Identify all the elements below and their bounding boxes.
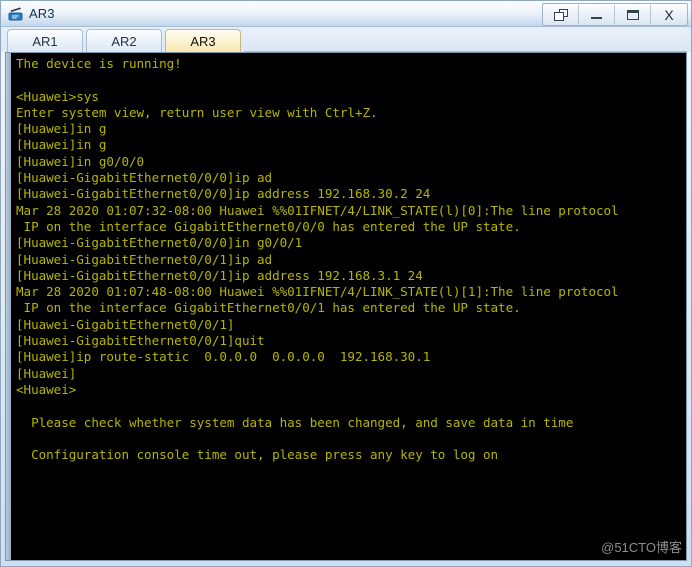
title-bar: AR3 X — [1, 1, 691, 27]
terminal-line: [Huawei-GigabitEthernet0/0/0]ip address … — [16, 186, 431, 202]
minimize-button[interactable] — [579, 5, 615, 24]
cascade-icon — [553, 8, 568, 21]
cascade-windows-button[interactable] — [543, 5, 579, 24]
terminal-line: [Huawei-GigabitEthernet0/0/0]in g0/0/1 — [16, 235, 303, 251]
window-title: AR3 — [29, 6, 55, 21]
application-window: AR3 X AR1 AR2 AR3 The device is running!… — [0, 0, 692, 567]
minimize-icon — [591, 16, 602, 19]
terminal-line: IP on the interface GigabitEthernet0/0/1… — [16, 300, 521, 316]
terminal-output: The device is running! <Huawei>sys Enter s… — [16, 56, 686, 463]
terminal-line: [Huawei-GigabitEthernet0/0/1]ip ad — [16, 251, 273, 267]
terminal-panel: The device is running! <Huawei>sys Enter s… — [5, 52, 687, 561]
tab-strip: AR1 AR2 AR3 — [1, 27, 691, 52]
tab-ar1[interactable]: AR1 — [7, 29, 83, 52]
router-icon — [7, 5, 25, 23]
watermark: @51CTO博客 — [601, 540, 682, 555]
terminal-console[interactable]: The device is running! <Huawei>sys Enter s… — [11, 53, 686, 560]
maximize-button[interactable] — [615, 5, 651, 24]
terminal-line: [Huawei]in g — [16, 137, 107, 153]
tab-ar3[interactable]: AR3 — [165, 29, 241, 52]
window-controls: X — [542, 3, 688, 26]
tab-label: AR3 — [190, 33, 216, 49]
terminal-line: The device is running! — [16, 56, 182, 71]
terminal-line: [Huawei] — [16, 365, 77, 381]
maximize-icon — [626, 9, 639, 20]
terminal-line: Mar 28 2020 01:07:48-08:00 Huawei %%01IF… — [16, 284, 619, 300]
terminal-line: IP on the interface GigabitEthernet0/0/0… — [16, 218, 521, 234]
terminal-line: [Huawei-GigabitEthernet0/0/1] — [16, 316, 235, 332]
terminal-line: Mar 28 2020 01:07:32-08:00 Huawei %%01IF… — [16, 202, 619, 218]
terminal-line: [Huawei]in g0/0/0 — [16, 153, 145, 169]
terminal-line: Configuration console time out, please p… — [16, 447, 499, 463]
tab-label: AR1 — [32, 33, 58, 49]
terminal-line: [Huawei-GigabitEthernet0/0/0]ip ad — [16, 170, 273, 186]
terminal-line: [Huawei]in g — [16, 121, 107, 137]
terminal-line: [Huawei-GigabitEthernet0/0/1]ip address … — [16, 267, 423, 283]
terminal-line: Please check whether system data has bee… — [16, 414, 574, 430]
tab-strip-filler — [244, 29, 687, 52]
close-button[interactable]: X — [651, 5, 687, 24]
terminal-line: [Huawei-GigabitEthernet0/0/1]quit — [16, 333, 265, 349]
tab-ar2[interactable]: AR2 — [86, 29, 162, 52]
terminal-line: <Huawei>sys — [16, 88, 99, 104]
terminal-line: <Huawei> — [16, 381, 77, 397]
tab-label: AR2 — [111, 33, 137, 49]
terminal-line: [Huawei]ip route-static 0.0.0.0 0.0.0.0 … — [16, 349, 431, 365]
terminal-line: Enter system view, return user view with… — [16, 104, 378, 120]
close-icon: X — [664, 6, 674, 23]
